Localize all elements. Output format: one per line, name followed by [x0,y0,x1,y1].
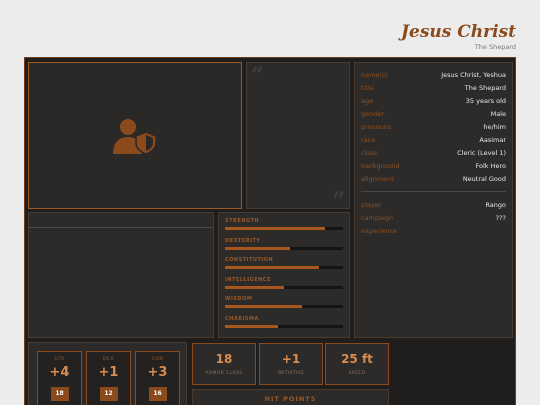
ability-score-con[interactable]: CON +3 16 [135,351,180,405]
ability-score-str[interactable]: STR +4 18 [37,351,82,405]
quote-panel[interactable]: “ ” [246,62,350,214]
info-value[interactable]: ??? [496,214,506,222]
info-label: gender [361,110,385,119]
info-row-class: class Cleric (Level 1) [361,146,506,159]
info-value[interactable]: Neutral Good [463,175,506,183]
attribute-bar [225,305,343,309]
ability-score-label: CON [151,357,164,362]
attribute-bar [225,227,343,230]
ability-score-value: 12 [99,387,118,401]
info-value[interactable]: Cleric (Level 1) [457,149,506,157]
attribute-intelligence: INTELLIGENCE [225,276,343,296]
info-divider [361,191,506,193]
attribute-charisma: CHARISMA [225,315,343,335]
info-label: background [361,161,400,170]
info-label: player [361,201,382,210]
attribute-label: CHARISMA [225,315,259,322]
ability-score-modifier: +4 [49,365,70,380]
armor-class-box[interactable]: 18 ARMOR CLASS [192,343,256,385]
attribute-bar-fill [225,227,326,230]
attribute-bar [225,246,343,250]
ability-score-value: 18 [50,387,69,401]
portrait-panel[interactable] [28,62,242,209]
attribute-label: WISDOM [225,296,253,303]
info-label: campaign [361,214,394,223]
info-value[interactable]: Male [491,110,506,118]
stat-label: ARMOR CLASS [205,371,243,376]
ability-score-modifier: +1 [98,365,119,380]
stat-value: 25 ft [341,352,373,366]
stat-label: SPEED [348,371,366,376]
info-row-player: player Rango [361,199,506,212]
attribute-wisdom: WISDOM [225,295,343,315]
character-name: Jesus Christ [400,22,516,42]
info-label: name(s) [361,71,388,80]
info-row-title: title The Shepard [361,82,506,95]
character-subtitle: The Shepard [474,43,516,51]
hit-points-label: HIT POINTS [264,395,317,403]
attribute-label: DEXTERITY [225,237,261,244]
attributes-panel: STRENGTH DEXTERITY CONSTITUTION INTELLIG… [218,212,350,338]
info-row-gender: gender Male [361,108,506,121]
info-label: pronouns [361,123,392,131]
attribute-bar [225,324,343,328]
info-value[interactable]: Folk Hero [475,162,506,170]
close-quote-icon: ” [332,188,345,214]
notes-header [29,213,213,228]
info-row-alignment: alignment Neutral Good [361,172,506,185]
info-row-race: race Aasimar [361,133,506,146]
info-row-age: age 35 years old [361,95,506,108]
attribute-label: STRENGTH [225,218,260,224]
notes-panel[interactable] [28,212,214,338]
user-shield-icon [113,118,157,154]
attribute-dexterity: DEXTERITY [225,237,343,257]
info-value[interactable]: The Shepard [465,84,506,92]
info-row-name: name(s) Jesus Christ, Yeshua [361,69,506,82]
info-row-experience: experience [361,225,506,238]
ability-score-label: STR [54,357,65,362]
info-label: experience [361,227,398,236]
info-row-campaign: campaign ??? [361,212,506,225]
ability-score-label: DEX [103,357,114,362]
attribute-bar-fill [225,305,302,309]
attribute-bar-fill [225,324,279,328]
stat-value: 18 [215,352,233,366]
ability-scores-panel: STR +4 18 DEX +1 12 CON +3 16 [28,342,187,405]
attribute-bar [225,285,343,289]
ability-score-dex[interactable]: DEX +1 12 [86,351,131,405]
info-value[interactable]: Aasimar [479,136,506,144]
info-row-pronouns: pronouns he/him [361,121,506,134]
info-row-background: background Folk Hero [361,159,506,172]
attribute-bar [225,266,343,270]
attribute-label: INTELLIGENCE [225,276,271,283]
open-quote-icon: “ [251,63,264,89]
attribute-constitution: CONSTITUTION [225,256,343,276]
character-header: Jesus Christ The Shepard [401,22,516,51]
info-value[interactable]: Rango [485,201,506,209]
initiative-box[interactable]: +1 INITIATIVE [259,343,323,385]
info-label: class [361,148,378,157]
character-sheet: “ ” name(s) Jesus Christ, Yeshua title T… [24,57,516,405]
attribute-strength: STRENGTH [225,217,343,237]
attribute-bar-fill [225,285,284,289]
info-label: age [361,97,374,106]
stat-label: INITIATIVE [277,371,305,376]
info-label: race [361,135,376,144]
info-value[interactable]: he/him [483,123,506,131]
character-info-panel: name(s) Jesus Christ, Yeshua title The S… [354,62,513,338]
info-value[interactable]: Jesus Christ, Yeshua [441,71,506,79]
info-label: alignment [361,174,394,183]
ability-score-modifier: +3 [147,365,168,380]
speed-box[interactable]: 25 ft SPEED [325,343,389,385]
attribute-bar-fill [225,266,320,270]
info-label: title [361,84,374,93]
attribute-bar-fill [225,246,290,250]
attribute-label: CONSTITUTION [225,257,274,264]
hit-points-panel[interactable]: HIT POINTS [192,389,389,405]
ability-score-value: 16 [148,387,167,401]
info-value[interactable]: 35 years old [466,97,506,105]
stat-value: +1 [281,352,301,366]
